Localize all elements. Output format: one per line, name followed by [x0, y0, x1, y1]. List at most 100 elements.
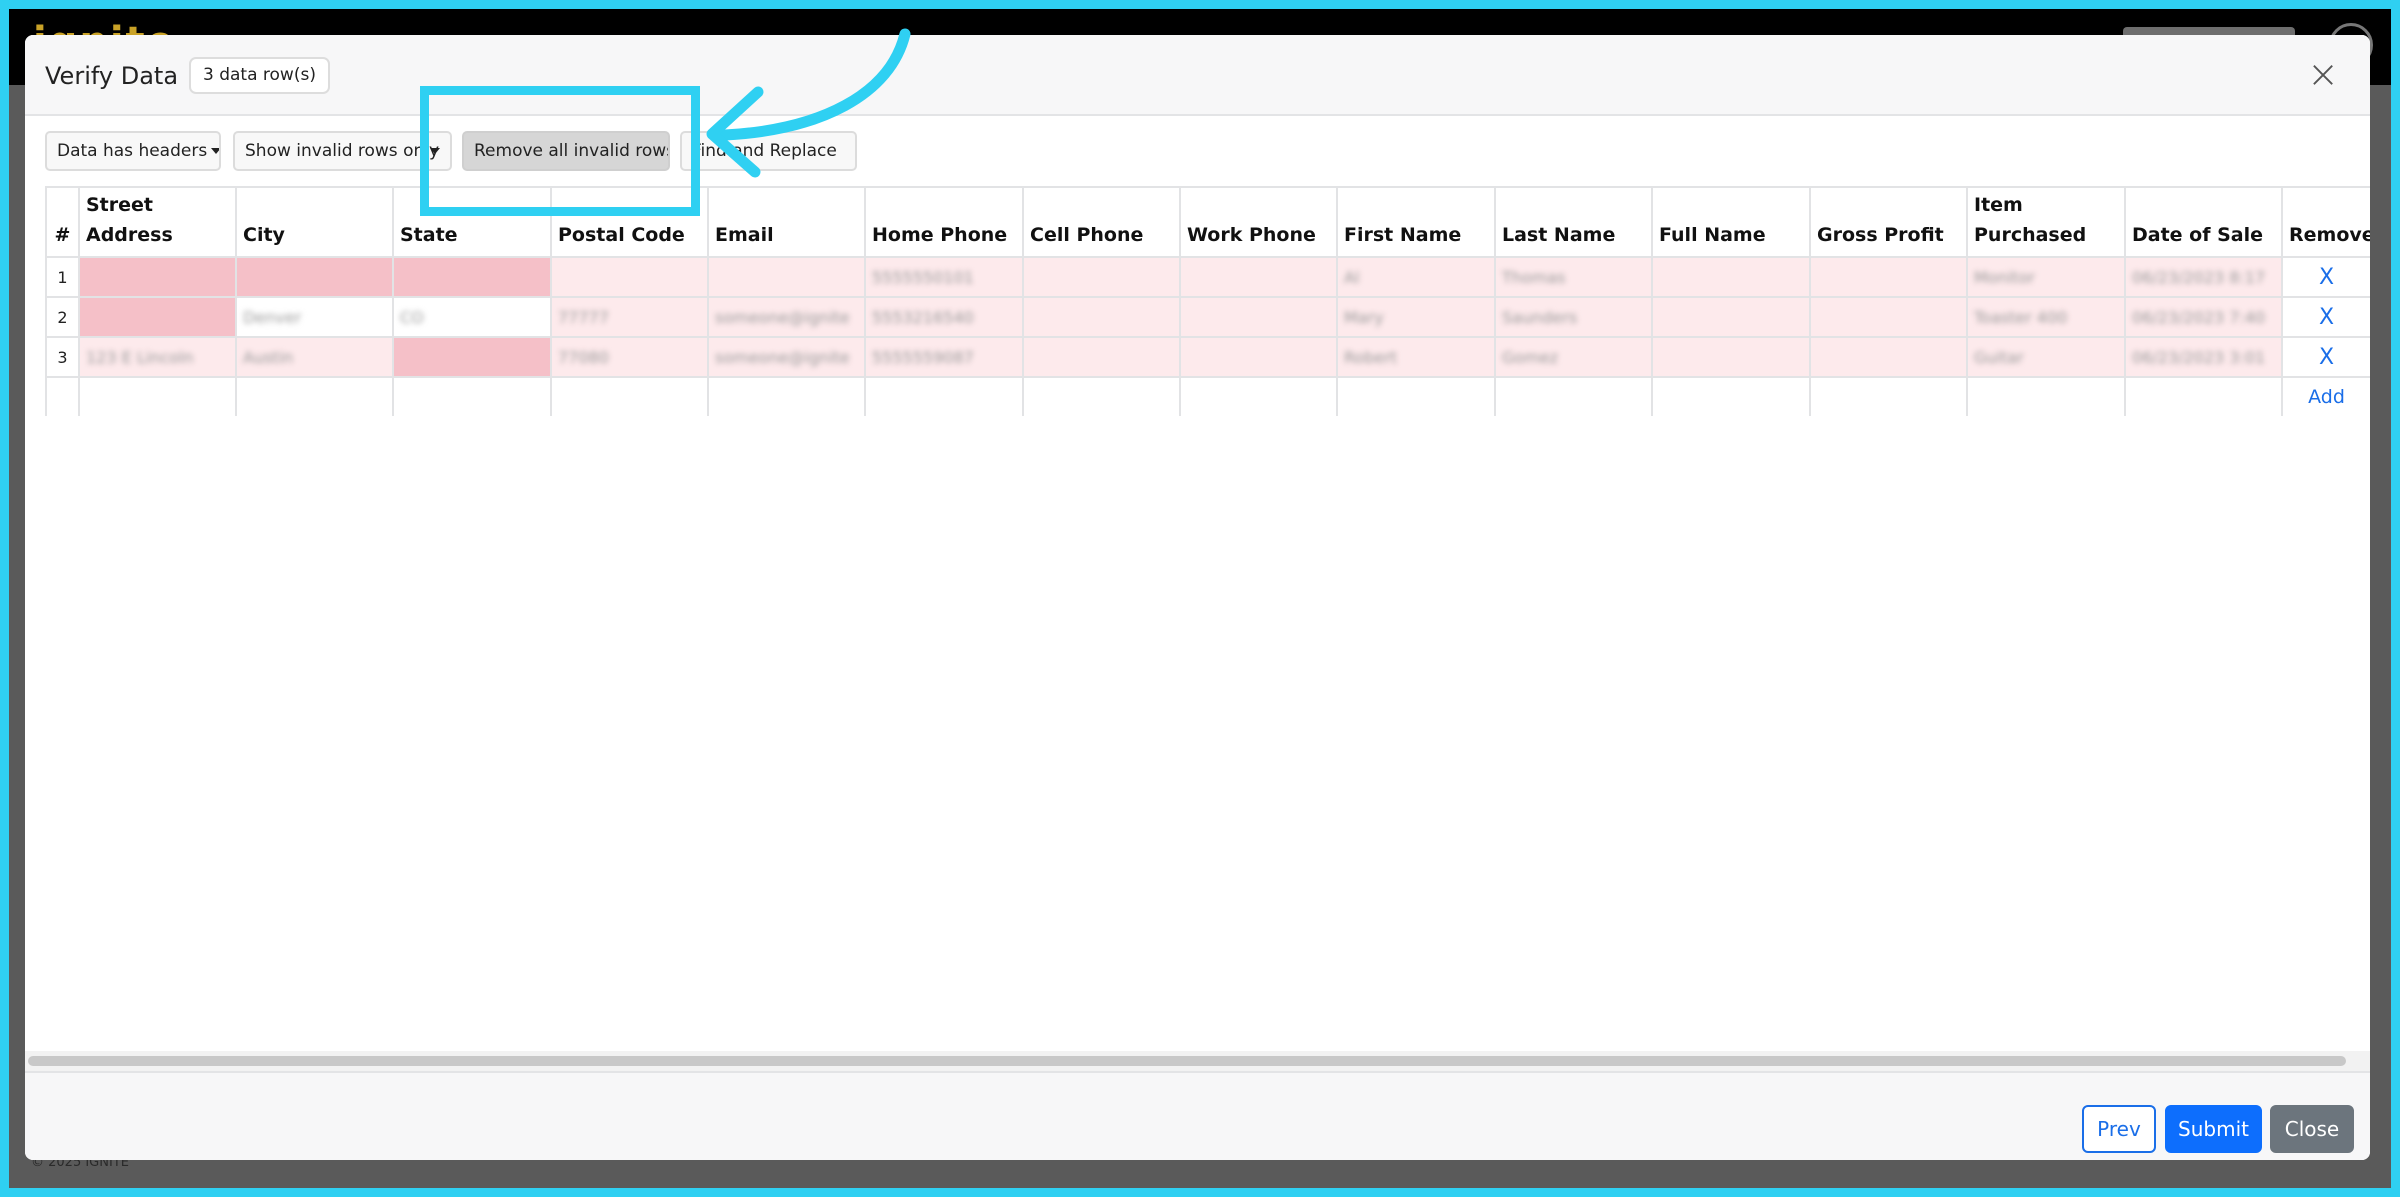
- table-cell[interactable]: 77777: [550, 296, 709, 338]
- table-cell[interactable]: 123 E Lincoln: [78, 336, 237, 378]
- table-cell[interactable]: 5555550101: [864, 256, 1024, 298]
- column-header[interactable]: Gross Profit: [1809, 186, 1968, 258]
- add-row-cell: Add: [2281, 376, 2370, 416]
- remove-row-link[interactable]: X: [2319, 305, 2334, 330]
- table-row: 3 123 E Lincoln Austin 77080 someone@ign…: [45, 336, 2370, 378]
- table-cell-empty[interactable]: [707, 376, 866, 416]
- table-cell[interactable]: someone@ignite: [707, 336, 866, 378]
- table-cell-empty[interactable]: [235, 376, 394, 416]
- column-header[interactable]: City: [235, 186, 394, 258]
- table-cell-empty[interactable]: [1022, 376, 1181, 416]
- add-row-link[interactable]: Add: [2308, 386, 2345, 408]
- table-cell[interactable]: Mary: [1336, 296, 1496, 338]
- table-cell-empty[interactable]: [1336, 376, 1496, 416]
- table-cell[interactable]: [1022, 296, 1181, 338]
- table-cell[interactable]: [1179, 256, 1338, 298]
- table-row: 2 Denver CO 77777 someone@ignite 5553216…: [45, 296, 2370, 338]
- find-and-replace-button[interactable]: Find and Replace: [680, 131, 857, 171]
- table-cell[interactable]: [78, 296, 237, 338]
- table-cell[interactable]: [392, 336, 552, 378]
- table-cell[interactable]: [1179, 296, 1338, 338]
- table-cell[interactable]: Austin: [235, 336, 394, 378]
- column-header[interactable]: Street Address: [78, 186, 237, 258]
- table-cell-empty[interactable]: [1651, 376, 1811, 416]
- column-header[interactable]: Item Purchased: [1966, 186, 2126, 258]
- column-header[interactable]: First Name: [1336, 186, 1496, 258]
- remove-row-link[interactable]: X: [2319, 345, 2334, 370]
- table-cell-empty[interactable]: [550, 376, 709, 416]
- remove-row-cell: X: [2281, 336, 2370, 378]
- table-cell[interactable]: [707, 256, 866, 298]
- table-row: 1 5555550101 Al Thomas Monitor 06/23/202…: [45, 256, 2370, 298]
- table-cell-empty[interactable]: [864, 376, 1024, 416]
- table-cell-empty[interactable]: [1494, 376, 1653, 416]
- modal-footer: Prev Submit Close: [25, 1071, 2370, 1160]
- table-cell-empty[interactable]: [78, 376, 237, 416]
- table-cell[interactable]: Denver: [235, 296, 394, 338]
- column-header[interactable]: Work Phone: [1179, 186, 1338, 258]
- table-cell-empty[interactable]: [1809, 376, 1968, 416]
- table-cell[interactable]: [1179, 336, 1338, 378]
- table-cell[interactable]: [550, 256, 709, 298]
- remove-row-cell: X: [2281, 256, 2370, 298]
- table-cell[interactable]: Thomas: [1494, 256, 1653, 298]
- column-header[interactable]: Full Name: [1651, 186, 1811, 258]
- remove-all-invalid-rows-button[interactable]: Remove all invalid rows: [462, 131, 670, 171]
- show-invalid-rows-dropdown[interactable]: Show invalid rows only: [233, 131, 452, 171]
- table-cell[interactable]: someone@ignite: [707, 296, 866, 338]
- table-cell[interactable]: [1809, 336, 1968, 378]
- table-cell[interactable]: CO: [392, 296, 552, 338]
- data-has-headers-label: Data has headers: [57, 141, 208, 161]
- close-button[interactable]: Close: [2270, 1105, 2354, 1153]
- table-cell[interactable]: [1651, 336, 1811, 378]
- table-header-row: # Street Address City State Postal Code …: [45, 186, 2370, 258]
- table-cell[interactable]: [392, 256, 552, 298]
- table-cell-empty[interactable]: [392, 376, 552, 416]
- table-cell[interactable]: Al: [1336, 256, 1496, 298]
- table-cell[interactable]: [1022, 256, 1181, 298]
- table-cell[interactable]: 5553216540: [864, 296, 1024, 338]
- submit-button[interactable]: Submit: [2165, 1105, 2262, 1153]
- table-cell[interactable]: Robert: [1336, 336, 1496, 378]
- table-cell[interactable]: [1651, 296, 1811, 338]
- column-header: Remove: [2281, 186, 2370, 258]
- table-cell[interactable]: Gomez: [1494, 336, 1653, 378]
- column-header[interactable]: Date of Sale: [2124, 186, 2283, 258]
- row-number: 3: [45, 336, 80, 378]
- column-header[interactable]: State: [392, 186, 552, 258]
- remove-row-cell: X: [2281, 296, 2370, 338]
- table-cell[interactable]: Guitar: [1966, 336, 2126, 378]
- column-header[interactable]: Postal Code: [550, 186, 709, 258]
- table-cell[interactable]: 06/23/2023 8:17: [2124, 256, 2283, 298]
- column-header[interactable]: Last Name: [1494, 186, 1653, 258]
- table-cell[interactable]: 06/23/2023 3:01: [2124, 336, 2283, 378]
- table-cell[interactable]: [78, 256, 237, 298]
- table-cell[interactable]: 06/23/2023 7:40: [2124, 296, 2283, 338]
- table-cell[interactable]: Toaster 400: [1966, 296, 2126, 338]
- close-icon[interactable]: ×: [2306, 55, 2340, 93]
- horizontal-scrollbar-thumb[interactable]: [28, 1056, 2346, 1066]
- table-cell[interactable]: [1022, 336, 1181, 378]
- caret-down-icon: [211, 148, 219, 154]
- table-cell[interactable]: [1651, 256, 1811, 298]
- modal-title: Verify Data: [45, 62, 179, 90]
- table-cell[interactable]: 5555559087: [864, 336, 1024, 378]
- table-cell-empty[interactable]: [1966, 376, 2126, 416]
- table-cell-empty[interactable]: [2124, 376, 2283, 416]
- column-header[interactable]: Home Phone: [864, 186, 1024, 258]
- table-cell[interactable]: 77080: [550, 336, 709, 378]
- prev-button[interactable]: Prev: [2082, 1105, 2156, 1153]
- column-header[interactable]: Cell Phone: [1022, 186, 1181, 258]
- table-cell[interactable]: Saunders: [1494, 296, 1653, 338]
- table-cell[interactable]: [1809, 296, 1968, 338]
- verify-data-modal: Verify Data 3 data row(s) × Data has hea…: [25, 35, 2370, 1160]
- table-cell[interactable]: Monitor: [1966, 256, 2126, 298]
- table-cell-empty[interactable]: [1179, 376, 1338, 416]
- show-invalid-rows-label: Show invalid rows only: [245, 141, 440, 161]
- column-header[interactable]: Email: [707, 186, 866, 258]
- column-header: #: [45, 186, 80, 258]
- table-cell[interactable]: [1809, 256, 1968, 298]
- remove-row-link[interactable]: X: [2319, 265, 2334, 290]
- data-has-headers-dropdown[interactable]: Data has headers: [45, 131, 221, 171]
- table-cell[interactable]: [235, 256, 394, 298]
